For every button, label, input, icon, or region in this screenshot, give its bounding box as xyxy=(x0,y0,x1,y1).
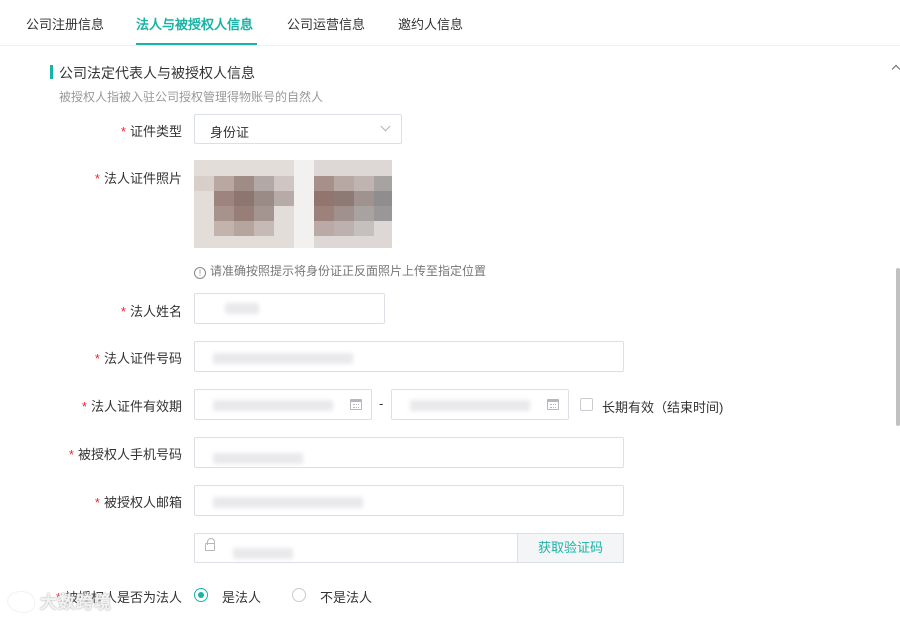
required-mark: * xyxy=(120,124,126,139)
calendar-icon xyxy=(350,399,362,410)
watermark: 大数跨境 xyxy=(8,588,112,613)
auth-email-label: * 被授权人邮箱 xyxy=(94,495,182,510)
auth-email-input[interactable] xyxy=(194,485,624,516)
id-photo-label: * 法人证件照片 xyxy=(94,171,182,186)
get-verify-code-button[interactable]: 获取验证码 xyxy=(517,533,624,563)
redacted-value xyxy=(213,400,333,411)
legal-name-label: * 法人姓名 xyxy=(120,304,182,319)
tab-inviter-info[interactable]: 邀约人信息 xyxy=(398,14,463,33)
watermark-logo-icon xyxy=(8,592,34,612)
tab-legal-and-authorized-person[interactable]: 法人与被授权人信息 xyxy=(136,14,253,33)
required-mark: * xyxy=(68,447,74,462)
auth-phone-input[interactable] xyxy=(194,437,624,468)
required-mark: * xyxy=(81,399,87,414)
calendar-icon xyxy=(547,399,559,410)
radio-is-legal[interactable] xyxy=(194,588,208,602)
radio-is-legal-label[interactable]: 是法人 xyxy=(222,587,261,606)
redacted-value xyxy=(233,548,293,559)
id-type-label: * 证件类型 xyxy=(120,124,182,139)
auth-phone-label: * 被授权人手机号码 xyxy=(68,447,182,462)
required-mark: * xyxy=(120,304,126,319)
validity-end-date-input[interactable] xyxy=(391,389,569,420)
legal-id-validity-label: * 法人证件有效期 xyxy=(81,399,182,414)
id-type-select[interactable]: 身份证 xyxy=(194,114,402,144)
active-tab-indicator xyxy=(136,43,257,45)
info-icon: ! xyxy=(194,267,206,279)
scrollbar-thumb[interactable] xyxy=(896,268,900,426)
redacted-value xyxy=(213,453,303,464)
legal-name-input[interactable] xyxy=(194,293,385,324)
legal-id-number-label: * 法人证件号码 xyxy=(94,351,182,366)
chevron-down-icon xyxy=(380,121,391,132)
legal-id-number-input[interactable] xyxy=(194,341,624,372)
long-term-label[interactable]: 长期有效（结束时间) xyxy=(602,397,723,416)
tab-company-operations[interactable]: 公司运营信息 xyxy=(287,14,365,33)
id-type-value: 身份证 xyxy=(210,125,250,140)
required-mark: * xyxy=(94,171,100,186)
long-term-checkbox[interactable] xyxy=(580,398,593,411)
required-mark: * xyxy=(94,351,100,366)
tab-company-registration[interactable]: 公司注册信息 xyxy=(26,14,104,33)
section-title: 公司法定代表人与被授权人信息 xyxy=(59,65,255,81)
redacted-value xyxy=(225,303,259,314)
date-range-separator: - xyxy=(379,396,384,411)
redacted-value xyxy=(410,400,530,411)
verify-code-input[interactable] xyxy=(194,533,518,563)
radio-not-legal-label[interactable]: 不是法人 xyxy=(320,587,372,606)
section-subtitle: 被授权人指被入驻公司授权管理得物账号的自然人 xyxy=(59,90,324,104)
required-mark: * xyxy=(94,495,100,510)
redacted-value xyxy=(213,497,363,508)
redacted-value xyxy=(213,353,353,364)
tab-bar: 公司注册信息 法人与被授权人信息 公司运营信息 邀约人信息 xyxy=(0,0,900,46)
id-photo-hint: ! 请准确按照提示将身份证正反面照片上传至指定位置 xyxy=(194,262,486,279)
lock-icon xyxy=(205,538,215,551)
validity-start-date-input[interactable] xyxy=(194,389,372,420)
id-photo-upload[interactable] xyxy=(194,160,392,248)
section-accent-bar xyxy=(50,65,53,79)
radio-not-legal[interactable] xyxy=(292,588,306,602)
